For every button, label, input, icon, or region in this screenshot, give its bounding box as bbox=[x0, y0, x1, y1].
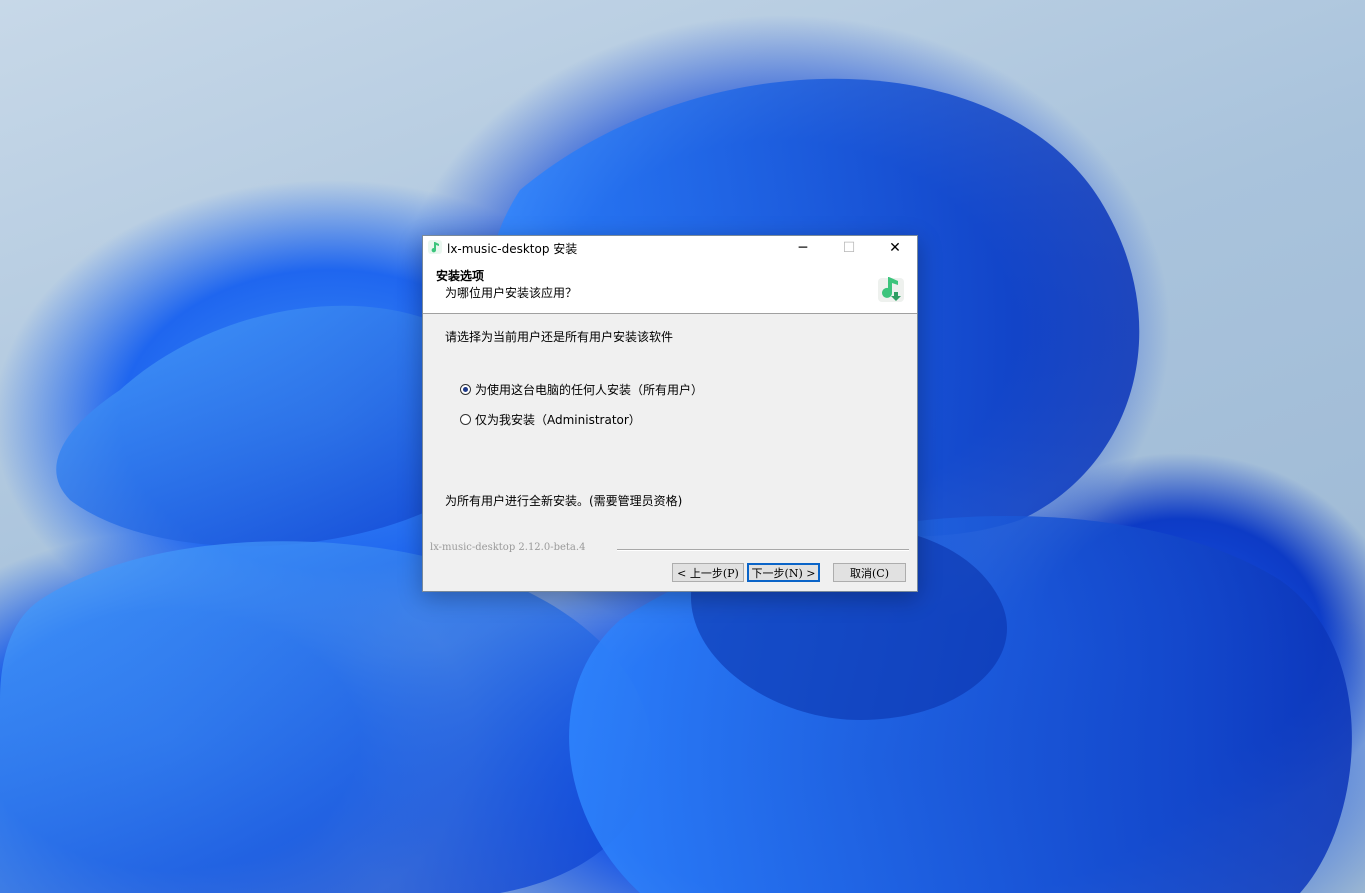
page-title: 安装选项 bbox=[436, 269, 485, 283]
minimize-button[interactable]: ─ bbox=[780, 236, 826, 259]
close-button[interactable]: ✕ bbox=[872, 236, 918, 259]
wizard-header: 安装选项 为哪位用户安装该应用？ bbox=[423, 259, 917, 314]
window-title: lx-music-desktop 安装 bbox=[447, 242, 578, 256]
radio-current-user[interactable]: 仅为我安装（Administrator） bbox=[460, 411, 641, 428]
radio-all-users-label[interactable]: 为使用这台电脑的任何人安装（所有用户） bbox=[475, 381, 703, 398]
radio-all-users[interactable]: 为使用这台电脑的任何人安装（所有用户） bbox=[460, 381, 703, 398]
instruction-text: 请选择为当前用户还是所有用户安装该软件 bbox=[445, 330, 674, 344]
cancel-button[interactable]: 取消(C) bbox=[833, 563, 906, 582]
installer-dialog: lx-music-desktop 安装 ─ ☐ ✕ 安装选项 为哪位用户安装该应… bbox=[422, 235, 918, 592]
radio-current-user-label[interactable]: 仅为我安装（Administrator） bbox=[475, 411, 641, 428]
page-subtitle: 为哪位用户安装该应用？ bbox=[445, 286, 578, 300]
title-bar[interactable]: lx-music-desktop 安装 ─ ☐ ✕ bbox=[423, 236, 917, 259]
radio-button-selected[interactable] bbox=[460, 384, 471, 395]
version-label: lx-music-desktop 2.12.0-beta.4 bbox=[430, 542, 586, 553]
back-button[interactable]: < 上一步(P) bbox=[672, 563, 744, 582]
footer-divider bbox=[617, 549, 909, 551]
app-icon bbox=[428, 240, 442, 254]
maximize-button[interactable]: ☐ bbox=[826, 236, 872, 259]
radio-button[interactable] bbox=[460, 414, 471, 425]
music-install-logo-icon bbox=[878, 277, 904, 302]
next-button[interactable]: 下一步(N) > bbox=[747, 563, 820, 582]
install-info-text: 为所有用户进行全新安装。(需要管理员资格) bbox=[445, 494, 683, 508]
